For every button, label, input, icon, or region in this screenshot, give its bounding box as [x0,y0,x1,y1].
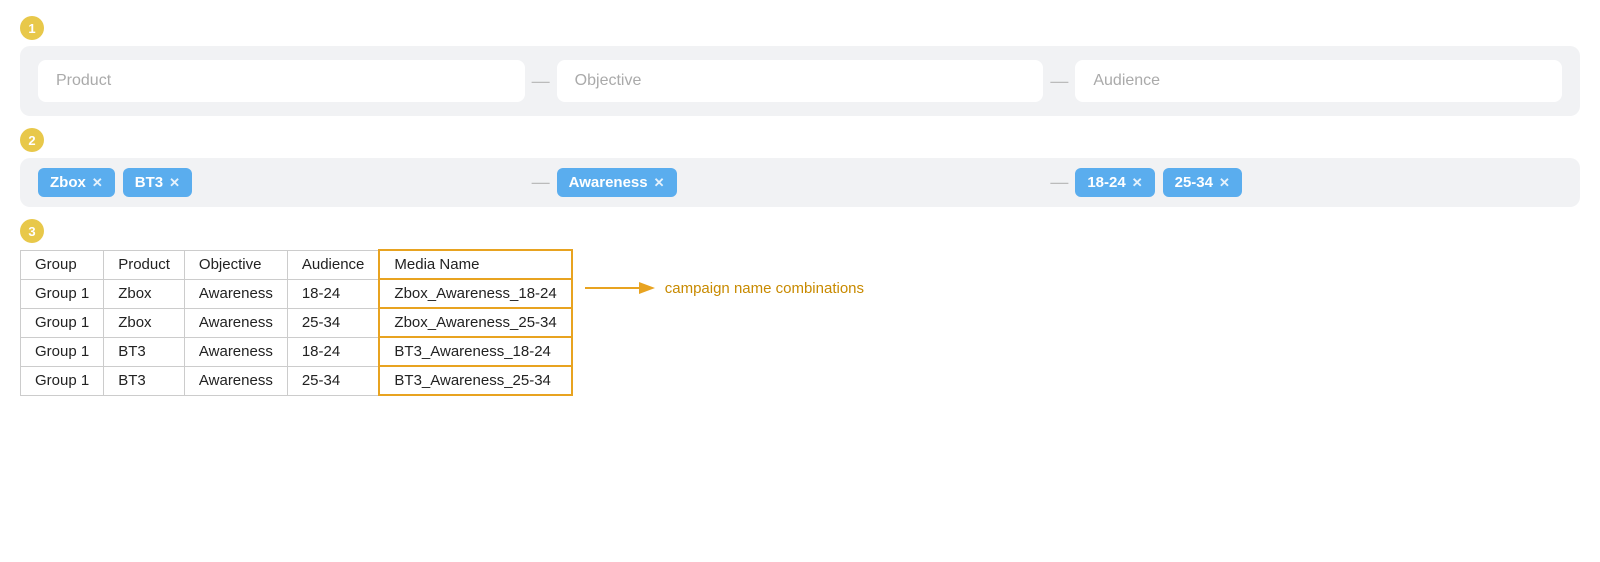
tag-awareness-label: Awareness [569,174,648,191]
step-badge-2: 2 [20,128,44,152]
cell-group: Group 1 [21,308,104,337]
filter-row-1: Product — Objective — Audience [20,46,1580,116]
col-header-objective: Objective [184,250,287,279]
tag-zbox-label: Zbox [50,174,86,191]
table-row: Group 1 BT3 Awareness 25-34 BT3_Awarenes… [21,366,572,395]
cell-audience: 25-34 [287,366,379,395]
separator-1: — [525,71,557,92]
cell-media-name: Zbox_Awareness_18-24 [379,279,571,308]
cell-group: Group 1 [21,279,104,308]
cell-media-name: Zbox_Awareness_25-34 [379,308,571,337]
tag-18-24-label: 18-24 [1087,174,1125,191]
tag-bt3-label: BT3 [135,174,163,191]
objective-filter-box[interactable]: Objective [557,60,1044,102]
campaign-table: Group Product Objective Audience Media N… [20,249,573,396]
cell-audience: 18-24 [287,279,379,308]
audience-filter-box[interactable]: Audience [1075,60,1562,102]
cell-audience: 18-24 [287,337,379,366]
tag-25-34-label: 25-34 [1175,174,1213,191]
annotation: campaign name combinations [585,277,864,299]
tag-zbox-remove[interactable]: ✕ [92,175,103,191]
table-row: Group 1 Zbox Awareness 18-24 Zbox_Awaren… [21,279,572,308]
tag-awareness-remove[interactable]: ✕ [654,175,665,191]
tags-row: Zbox ✕ BT3 ✕ — Awareness ✕ — 18-24 ✕ 25-… [20,158,1580,207]
table-wrapper: Group Product Objective Audience Media N… [20,249,1580,396]
tag-18-24-remove[interactable]: ✕ [1132,175,1143,191]
col-header-audience: Audience [287,250,379,279]
col-header-media-name: Media Name [379,250,571,279]
col-header-product: Product [104,250,185,279]
objective-placeholder: Objective [575,72,642,90]
separator-4: — [1043,172,1075,193]
cell-product: BT3 [104,337,185,366]
cell-objective: Awareness [184,279,287,308]
tag-zbox[interactable]: Zbox ✕ [38,168,115,197]
cell-group: Group 1 [21,337,104,366]
tag-awareness[interactable]: Awareness ✕ [557,168,677,197]
cell-group: Group 1 [21,366,104,395]
arrow-icon [585,277,655,299]
table-row: Group 1 Zbox Awareness 25-34 Zbox_Awaren… [21,308,572,337]
tag-25-34-remove[interactable]: ✕ [1219,175,1230,191]
step-badge-1: 1 [20,16,44,40]
section-1: 1 Product — Objective — Audience [20,16,1580,116]
tag-bt3[interactable]: BT3 ✕ [123,168,192,197]
separator-3: — [525,172,557,193]
section-3: 3 Group Product Objective Audience Media… [20,219,1580,396]
cell-product: BT3 [104,366,185,395]
audience-placeholder: Audience [1093,72,1160,90]
product-placeholder: Product [56,72,111,90]
cell-media-name: BT3_Awareness_25-34 [379,366,571,395]
step-badge-3: 3 [20,219,44,243]
cell-product: Zbox [104,279,185,308]
tag-bt3-remove[interactable]: ✕ [169,175,180,191]
separator-2: — [1043,71,1075,92]
table-row: Group 1 BT3 Awareness 18-24 BT3_Awarenes… [21,337,572,366]
cell-objective: Awareness [184,337,287,366]
cell-objective: Awareness [184,308,287,337]
cell-product: Zbox [104,308,185,337]
tag-18-24[interactable]: 18-24 ✕ [1075,168,1154,197]
product-filter-box[interactable]: Product [38,60,525,102]
annotation-text: campaign name combinations [665,280,864,297]
product-tags-group: Zbox ✕ BT3 ✕ [38,168,525,197]
tag-25-34[interactable]: 25-34 ✕ [1163,168,1242,197]
cell-audience: 25-34 [287,308,379,337]
section-2: 2 Zbox ✕ BT3 ✕ — Awareness ✕ — 18-24 [20,128,1580,207]
table-header-row: Group Product Objective Audience Media N… [21,250,572,279]
cell-media-name: BT3_Awareness_18-24 [379,337,571,366]
objective-tags-group: Awareness ✕ [557,168,1044,197]
cell-objective: Awareness [184,366,287,395]
audience-tags-group: 18-24 ✕ 25-34 ✕ [1075,168,1562,197]
col-header-group: Group [21,250,104,279]
